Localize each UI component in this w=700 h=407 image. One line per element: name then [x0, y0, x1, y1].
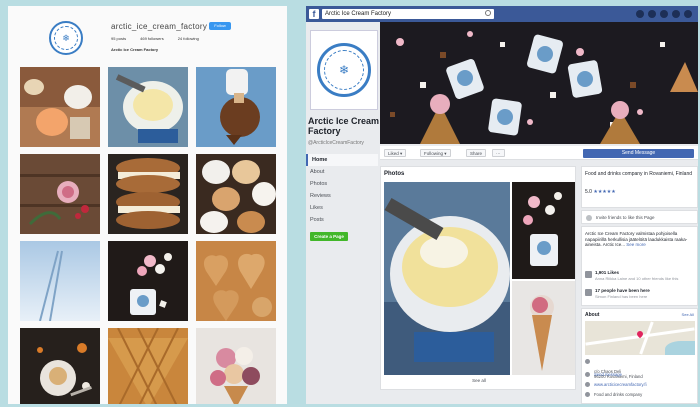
like-icon	[585, 271, 592, 278]
category-row: Food and drinks company	[585, 392, 697, 397]
followers-count[interactable]: 469 followers	[140, 36, 164, 41]
post-thumbnail[interactable]	[196, 67, 276, 147]
nav-about[interactable]: About	[306, 166, 378, 178]
messages-icon[interactable]	[648, 10, 656, 18]
page-rating[interactable]: 5.0 ★★★★★	[585, 189, 616, 195]
share-button[interactable]: Share	[466, 149, 487, 157]
profile-avatar[interactable]: ❄	[49, 21, 83, 55]
send-message-button[interactable]: Send Message	[583, 149, 694, 158]
location-map[interactable]	[585, 321, 695, 355]
following-button[interactable]: Following ▾	[420, 149, 451, 157]
help-icon[interactable]	[672, 10, 680, 18]
logo-icon: ❄	[54, 26, 78, 50]
profile-stats: 95 posts 469 followers 24 following	[111, 36, 199, 41]
notifications-icon[interactable]	[660, 10, 668, 18]
facebook-page-panel: f Arctic Ice Cream Factory ❄ Arctic Ice …	[306, 6, 698, 404]
likes-row[interactable]: 1,901 Likes Anna Riikka Laine and 10 oth…	[585, 269, 695, 285]
liked-button[interactable]: Liked ▾	[384, 149, 407, 157]
photos-title[interactable]: Photos	[384, 171, 404, 177]
globe-icon	[585, 382, 590, 387]
nav-reviews[interactable]: Reviews	[306, 190, 378, 202]
photos-section: Photos See all	[380, 166, 576, 390]
likes-count: 1,901 Likes	[595, 270, 620, 275]
about-see-all-link[interactable]: See All	[682, 312, 694, 317]
search-input[interactable]: Arctic Ice Cream Factory	[322, 9, 494, 19]
website-row[interactable]: www.arcticicecreamfactory.fi	[585, 382, 697, 387]
instagram-profile-panel: ❄ arctic_ice_cream_factory Follow 95 pos…	[8, 6, 287, 404]
post-thumbnail[interactable]	[108, 241, 188, 321]
create-page-button[interactable]: Create a Page	[310, 232, 348, 241]
send-message-row[interactable]: Send message	[585, 372, 697, 377]
page-info-card: Food and drinks company in Rovaniemi, Fi…	[581, 166, 698, 208]
search-value: Arctic Ice Cream Factory	[325, 11, 392, 17]
description-card: Arctic Ice Cream Factory valmistaa pohjo…	[581, 226, 698, 306]
posts-count[interactable]: 95 posts	[111, 36, 126, 41]
cover-photo[interactable]	[380, 22, 698, 144]
tag-icon	[585, 392, 590, 397]
menu-icon[interactable]	[684, 10, 692, 18]
post-thumbnail[interactable]	[108, 154, 188, 234]
invite-friends-link[interactable]: Invite friends to like this Page	[581, 210, 698, 224]
post-thumbnail[interactable]	[20, 328, 100, 404]
see-all-photos-link[interactable]: See all	[381, 378, 577, 383]
following-count[interactable]: 24 following	[178, 36, 199, 41]
checkins-friends: Simon Finland has been here	[595, 294, 648, 299]
invite-label: Invite friends to like this Page	[596, 215, 655, 220]
category-text: Food and drinks company	[594, 392, 643, 397]
website-link: www.arcticicecreamfactory.fi	[594, 382, 647, 387]
photo-thumbnail[interactable]	[384, 182, 510, 375]
nav-likes[interactable]: Likes	[306, 202, 378, 214]
rating-value: 5.0	[585, 189, 592, 195]
logo-icon: ❄	[317, 43, 371, 97]
invite-icon	[586, 215, 592, 221]
friends-icon[interactable]	[636, 10, 644, 18]
page-profile-picture[interactable]: ❄	[310, 30, 378, 110]
messenger-icon	[585, 372, 590, 377]
top-icons	[636, 10, 692, 18]
about-card: About See All c/o Chaos Deli 96200 Rovan…	[581, 308, 698, 404]
checkins-count: 17 people have been here	[595, 288, 650, 293]
post-thumbnail[interactable]	[108, 328, 188, 404]
page-handle[interactable]: @ArcticIceCreamFactory	[308, 140, 364, 146]
right-column: Food and drinks company in Rovaniemi, Fi…	[581, 166, 698, 404]
nav-posts[interactable]: Posts	[306, 214, 378, 226]
see-more-link[interactable]: See more	[626, 242, 646, 247]
facebook-logo-icon[interactable]: f	[309, 9, 319, 19]
post-thumbnail[interactable]	[20, 67, 100, 147]
search-icon[interactable]	[485, 10, 491, 16]
checkin-icon	[585, 289, 592, 296]
top-bar: f Arctic Ice Cream Factory	[306, 6, 698, 22]
nav-photos[interactable]: Photos	[306, 178, 378, 190]
page-nav: Home About Photos Reviews Likes Posts	[306, 154, 378, 226]
username: arctic_ice_cream_factory	[111, 22, 208, 31]
post-thumbnail[interactable]	[20, 241, 100, 321]
nav-home[interactable]: Home	[306, 154, 378, 166]
checkins-row[interactable]: 17 people have been here Simon Finland h…	[585, 287, 695, 303]
send-message-link: Send message	[594, 372, 622, 377]
posts-grid	[20, 67, 284, 404]
photo-thumbnail[interactable]	[512, 182, 575, 279]
left-sidebar: ❄ Arctic Ice Cream Factory @ArcticIceCre…	[306, 22, 379, 404]
bio-name: Arctic Ice Cream Factory	[111, 47, 159, 52]
page-actions-bar: Liked ▾ Following ▾ Share ··· Send Messa…	[380, 146, 698, 160]
photo-thumbnail[interactable]	[512, 281, 575, 375]
post-thumbnail[interactable]	[196, 328, 276, 404]
page-category-tagline: Food and drinks company in Rovaniemi, Fi…	[585, 171, 692, 177]
rating-stars-icon: ★★★★★	[593, 189, 616, 195]
page-description: Arctic Ice Cream Factory valmistaa pohjo…	[585, 231, 695, 248]
page-name: Arctic Ice Cream Factory	[308, 116, 380, 136]
post-thumbnail[interactable]	[20, 154, 100, 234]
more-button[interactable]: ···	[492, 149, 505, 157]
location-icon	[585, 359, 590, 364]
post-thumbnail[interactable]	[108, 67, 188, 147]
about-title: About	[585, 312, 600, 318]
follow-button[interactable]: Follow	[209, 22, 231, 30]
post-thumbnail[interactable]	[196, 154, 276, 234]
likes-friends: Anna Riikka Laine and 10 other friends l…	[595, 276, 679, 281]
post-thumbnail[interactable]	[196, 241, 276, 321]
